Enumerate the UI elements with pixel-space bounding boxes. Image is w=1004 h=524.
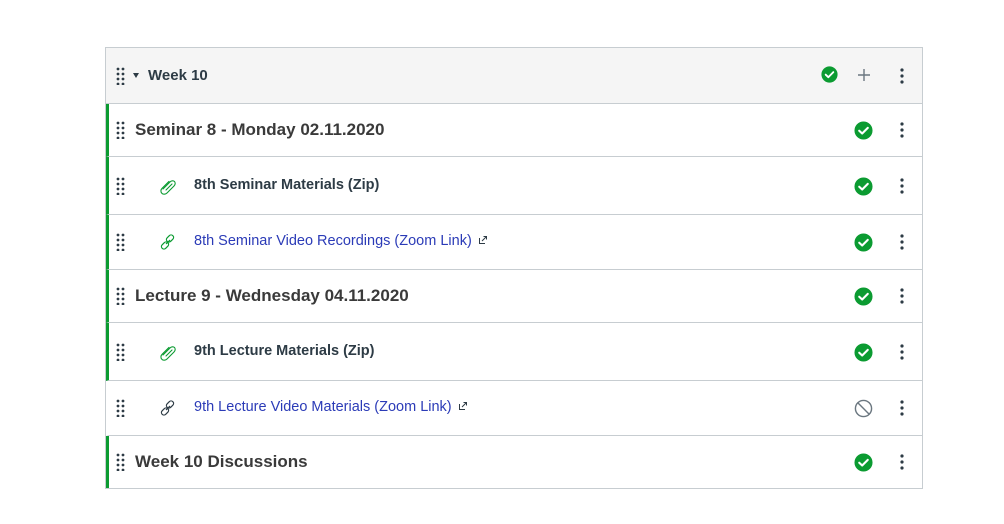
drag-handle-icon[interactable] bbox=[115, 177, 127, 195]
list-item[interactable]: 9th Lecture Video Materials (Zoom Link) bbox=[106, 381, 922, 436]
item-title[interactable]: 8th Seminar Materials (Zip) bbox=[194, 177, 379, 193]
published-check-icon[interactable] bbox=[854, 233, 873, 252]
drag-handle-icon[interactable] bbox=[115, 287, 127, 305]
published-check-icon[interactable] bbox=[854, 287, 873, 306]
drag-handle-icon[interactable] bbox=[115, 121, 127, 139]
module-header[interactable]: Week 10 bbox=[106, 48, 922, 104]
external-link-icon bbox=[478, 233, 488, 249]
list-item[interactable]: 8th Seminar Video Recordings (Zoom Link) bbox=[106, 215, 922, 270]
list-item[interactable]: Seminar 8 - Monday 02.11.2020 bbox=[106, 104, 922, 157]
published-check-icon[interactable] bbox=[854, 343, 873, 362]
published-check-icon[interactable] bbox=[854, 453, 873, 472]
unpublished-icon[interactable] bbox=[854, 399, 873, 418]
list-item[interactable]: Week 10 Discussions bbox=[106, 436, 922, 488]
list-item[interactable]: Lecture 9 - Wednesday 04.11.2020 bbox=[106, 270, 922, 323]
item-title[interactable]: 9th Lecture Materials (Zip) bbox=[194, 343, 374, 359]
subheader-title: Lecture 9 - Wednesday 04.11.2020 bbox=[135, 286, 409, 305]
link-icon bbox=[159, 399, 177, 417]
item-options-kebab-icon[interactable] bbox=[899, 454, 905, 470]
paperclip-icon bbox=[159, 343, 177, 361]
item-options-kebab-icon[interactable] bbox=[899, 288, 905, 304]
paperclip-icon bbox=[159, 177, 177, 195]
drag-handle-icon[interactable] bbox=[115, 233, 127, 251]
item-options-kebab-icon[interactable] bbox=[899, 178, 905, 194]
drag-handle-icon[interactable] bbox=[115, 343, 127, 361]
module-title[interactable]: Week 10 bbox=[148, 67, 208, 84]
item-title[interactable]: 8th Seminar Video Recordings (Zoom Link) bbox=[194, 233, 472, 249]
drag-handle-icon[interactable] bbox=[115, 67, 127, 85]
list-item[interactable]: 9th Lecture Materials (Zip) bbox=[106, 323, 922, 381]
module-options-kebab-icon[interactable] bbox=[899, 68, 905, 84]
list-item[interactable]: 8th Seminar Materials (Zip) bbox=[106, 157, 922, 215]
subheader-title: Week 10 Discussions bbox=[135, 452, 308, 471]
link-icon bbox=[159, 233, 177, 251]
item-options-kebab-icon[interactable] bbox=[899, 234, 905, 250]
external-link[interactable]: 8th Seminar Video Recordings (Zoom Link) bbox=[194, 233, 488, 249]
published-check-icon[interactable] bbox=[854, 177, 873, 196]
module-week-10: Week 10 Seminar 8 - Monday 02.11.2020 8t… bbox=[105, 47, 923, 489]
published-check-icon[interactable] bbox=[821, 66, 840, 85]
item-options-kebab-icon[interactable] bbox=[899, 344, 905, 360]
drag-handle-icon[interactable] bbox=[115, 453, 127, 471]
drag-handle-icon[interactable] bbox=[115, 399, 127, 417]
item-options-kebab-icon[interactable] bbox=[899, 400, 905, 416]
subheader-title: Seminar 8 - Monday 02.11.2020 bbox=[135, 120, 385, 139]
collapse-caret-icon[interactable] bbox=[133, 73, 139, 78]
item-options-kebab-icon[interactable] bbox=[899, 122, 905, 138]
published-check-icon[interactable] bbox=[854, 121, 873, 140]
add-item-plus-icon[interactable] bbox=[857, 68, 871, 82]
item-title[interactable]: 9th Lecture Video Materials (Zoom Link) bbox=[194, 399, 452, 415]
external-link-icon bbox=[458, 399, 468, 415]
external-link[interactable]: 9th Lecture Video Materials (Zoom Link) bbox=[194, 399, 468, 415]
